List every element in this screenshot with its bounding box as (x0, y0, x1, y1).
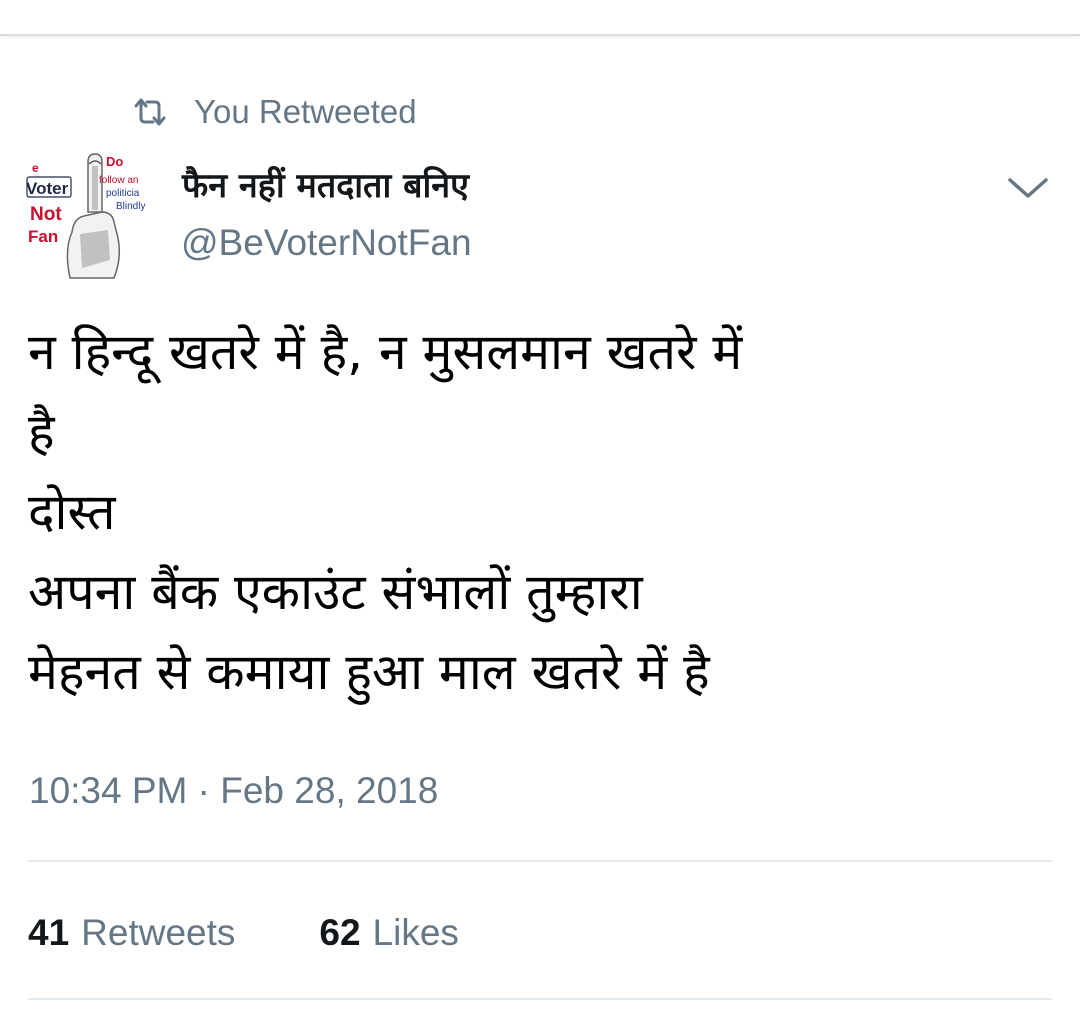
divider (28, 860, 1052, 862)
likes-label: Likes (372, 912, 459, 953)
chevron-down-icon[interactable] (1002, 168, 1054, 208)
retweets-stat[interactable]: 41 Retweets (28, 912, 235, 954)
retweets-label: Retweets (81, 912, 236, 953)
avatar-not-text: Not (30, 204, 62, 225)
avatar-fan-text: Fan (28, 227, 58, 246)
author-display-name[interactable]: फैन नहीं मतदाता बनिए (182, 160, 469, 212)
retweet-context: You Retweeted (132, 90, 417, 134)
tweet-line: मेहनत से कमाया हुआ माल खतरे में है (28, 643, 710, 701)
author-handle[interactable]: @BeVoterNotFan (181, 218, 472, 268)
tweet-line: अपना बैंक एकाउंट संभालों तुम्हारा (28, 563, 643, 621)
tweet-line: दोस्त (28, 483, 116, 541)
avatar-line3-text: Blindly (116, 201, 145, 212)
tweet-line: है (28, 403, 55, 461)
likes-stat[interactable]: 62 Likes (319, 912, 459, 954)
tweet-line: न हिन्दू खतरे में है, न मुसलमान खतरे में (28, 323, 743, 381)
retweets-count: 41 (28, 912, 70, 953)
top-bar-edge (0, 0, 1080, 36)
likes-count: 62 (319, 912, 361, 953)
avatar-line2-text: politicia (106, 188, 140, 199)
avatar-top-text: Do (106, 154, 123, 169)
tweet-stats: 41 Retweets 62 Likes (28, 905, 459, 961)
retweeted-label: You Retweeted (194, 93, 417, 130)
avatar-partial-text: e (32, 161, 39, 175)
avatar-line1-text: follow an (99, 175, 138, 186)
tweet-text: न हिन्दू खतरे में है, न मुसलमान खतरे में… (28, 312, 1038, 712)
divider (28, 998, 1052, 1000)
retweet-icon (132, 97, 168, 127)
tweet-timestamp[interactable]: 10:34 PM · Feb 28, 2018 (29, 766, 438, 816)
avatar-voter-text: Voter (26, 179, 69, 198)
avatar[interactable]: e Voter Not Fan Do follow an politicia B… (26, 150, 154, 280)
